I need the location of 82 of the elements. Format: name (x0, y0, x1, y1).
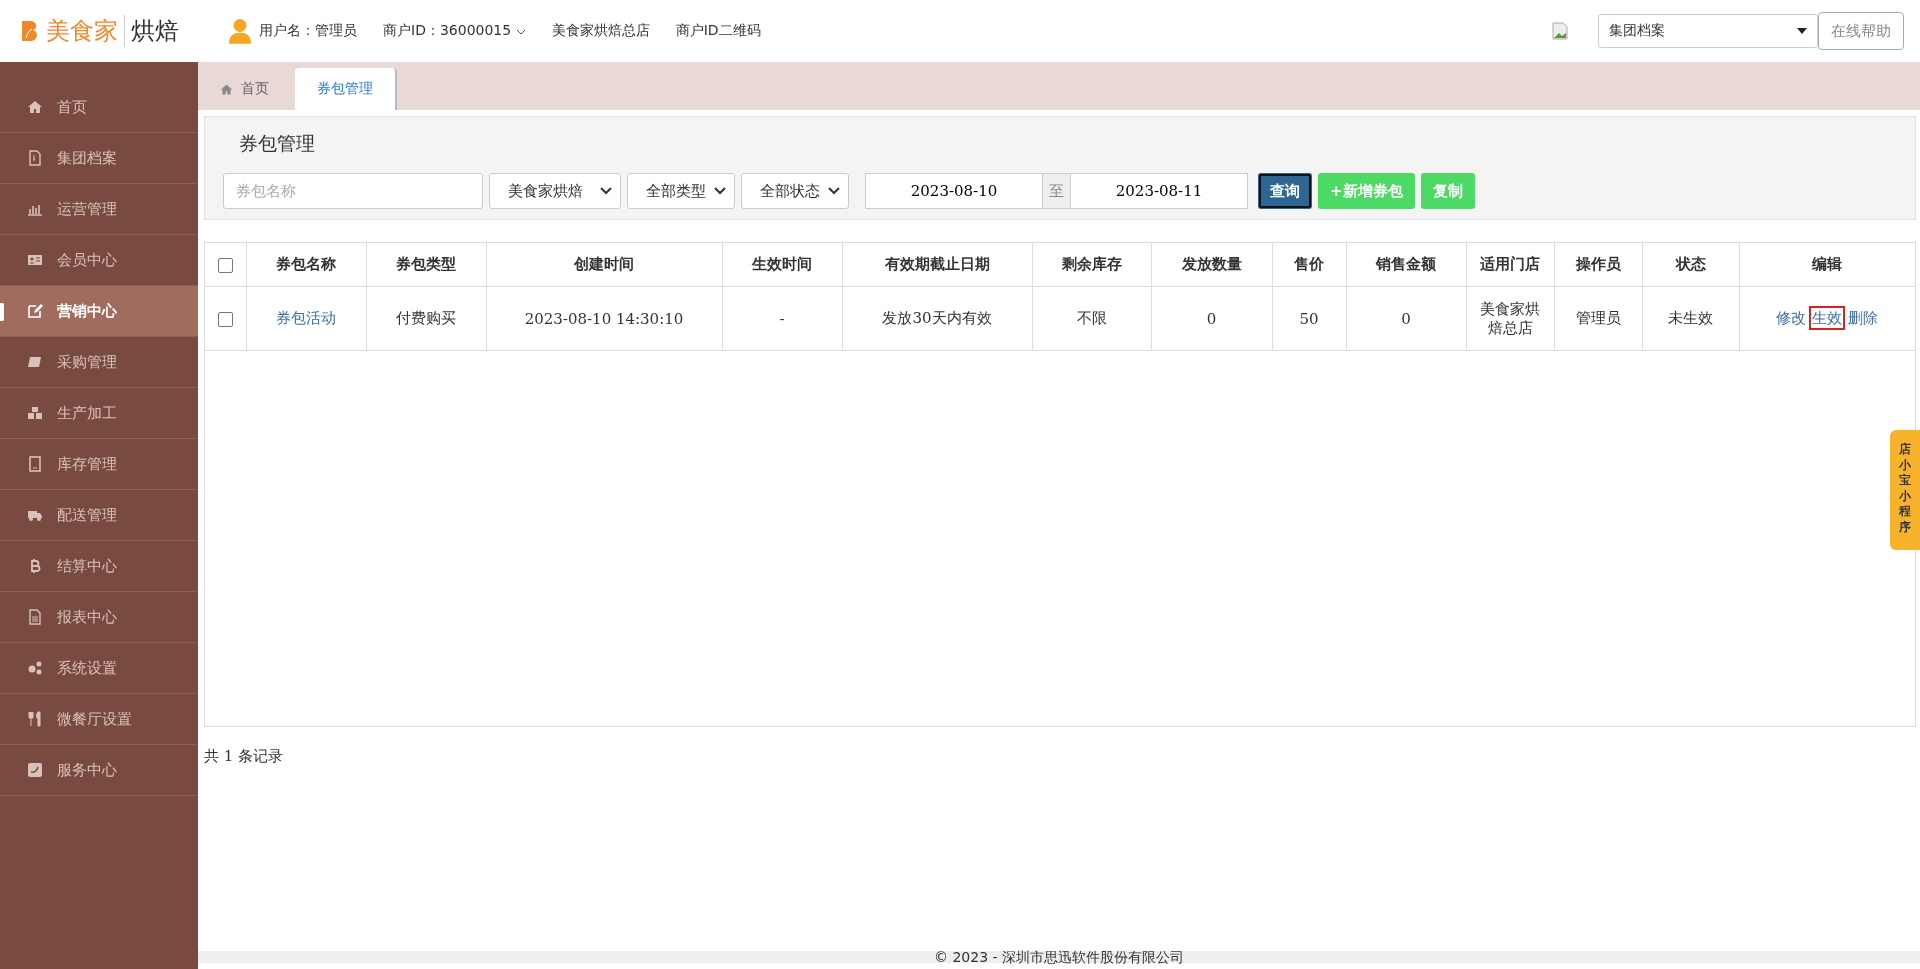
table-cell: 0 (1401, 309, 1411, 328)
building-icon (27, 456, 43, 472)
query-button[interactable]: 查询 (1258, 173, 1312, 209)
archive-select[interactable]: 集团档案 (1598, 14, 1818, 48)
sidebar-item[interactable]: 结算中心 (0, 541, 198, 592)
sidebar-item[interactable]: 运营管理 (0, 184, 198, 235)
column-header: 发放数量 (1181, 255, 1242, 273)
sidebar-item[interactable]: 微餐厅设置 (0, 694, 198, 745)
status-select[interactable]: 全部状态 (741, 173, 849, 209)
help-button[interactable]: 在线帮助 (1818, 12, 1904, 50)
logo-subtitle: 烘焙 (124, 15, 179, 47)
record-count: 共 1 条记录 (204, 747, 285, 766)
document-icon (27, 609, 43, 625)
footer-copyright: © 2023 - 深圳市思迅软件股份有限公司 (198, 951, 1920, 963)
tab[interactable]: 首页 (208, 68, 281, 110)
end-date-field[interactable]: 2023-08-11 (1070, 173, 1248, 209)
column-header: 生效时间 (752, 255, 812, 273)
column-header: 操作员 (1575, 255, 1621, 273)
square-icon (27, 762, 43, 778)
table-cell: 发放30天内有效 (882, 309, 992, 328)
coupon-name-field[interactable]: 券包名称 (223, 173, 483, 209)
broken-image-icon (1552, 22, 1568, 40)
id-card-icon (27, 252, 43, 268)
home-icon (220, 82, 233, 96)
chevron-down-icon (714, 187, 726, 195)
column-header: 编辑 (1812, 255, 1843, 273)
column-header: 有效期截止日期 (884, 255, 990, 273)
sidebar-item[interactable]: 系统设置 (0, 643, 198, 694)
table-cell: 管理员 (1575, 309, 1621, 328)
sidebar-item[interactable]: 报表中心 (0, 592, 198, 643)
column-header: 状态 (1675, 255, 1706, 273)
column-header: 券包名称 (276, 255, 336, 273)
store-name[interactable]: 美食家烘焙总店 (551, 22, 650, 40)
page-title: 券包管理 (239, 131, 316, 156)
tab[interactable]: 券包管理 (295, 68, 397, 110)
start-date-field[interactable]: 2023-08-10 (865, 173, 1043, 209)
cubes-icon (27, 405, 43, 421)
sidebar-item[interactable]: 首页 (0, 82, 198, 133)
logo-text: 美食家 (46, 16, 118, 47)
chevron-down-icon (600, 187, 612, 195)
home-icon (27, 99, 43, 115)
qr-code-link[interactable]: 商户ID二维码 (675, 22, 761, 40)
table-cell: 2023-08-10 14:30:10 (524, 309, 684, 328)
merchant-id-dropdown[interactable]: 商户ID：36000015 (383, 22, 526, 40)
sidebar-item[interactable]: 服务中心 (0, 745, 198, 796)
chevron-down-icon (828, 187, 840, 195)
select-all-checkbox[interactable] (217, 258, 233, 273)
column-header: 创建时间 (574, 255, 634, 273)
column-header: 适用门店 (1480, 255, 1540, 273)
store-select[interactable]: 美食家烘焙 (489, 173, 621, 209)
caret-down-icon (1797, 28, 1807, 34)
sidebar-item[interactable]: 营销中心 (0, 286, 198, 337)
table-cell: 美食家烘焙总店 (1480, 299, 1540, 338)
sidebar-item[interactable]: 配送管理 (0, 490, 198, 541)
action-link[interactable]: 删除 (1845, 306, 1882, 330)
table-cell: - (779, 309, 785, 328)
table-cell: 0 (1206, 309, 1217, 328)
action-link[interactable]: 生效 (1809, 306, 1846, 330)
chevron-down-icon (515, 29, 526, 35)
action-link[interactable]: 修改 (1773, 306, 1810, 330)
date-range-separator: 至 (1043, 173, 1070, 209)
sidebar-item[interactable]: 库存管理 (0, 439, 198, 490)
edit-icon (27, 303, 43, 319)
row-checkbox[interactable] (217, 312, 233, 327)
sidebar-item[interactable]: 采购管理 (0, 337, 198, 388)
sidebar-item[interactable]: 生产加工 (0, 388, 198, 439)
column-header: 售价 (1294, 255, 1324, 273)
logo-icon (20, 20, 40, 42)
table-cell: 不限 (1076, 309, 1107, 328)
column-header: 券包类型 (396, 255, 456, 273)
user-avatar-icon (229, 18, 251, 44)
username-label: 用户名：管理员 (259, 22, 357, 40)
cutlery-icon (27, 711, 43, 727)
mini-program-side-tab[interactable]: 店小宝小程序 (1890, 430, 1920, 550)
column-header: 销售金额 (1376, 255, 1436, 273)
file-icon (27, 150, 43, 166)
table-cell: 付费购买 (396, 309, 456, 328)
type-select[interactable]: 全部类型 (627, 173, 735, 209)
column-header: 剩余库存 (1061, 255, 1122, 273)
sidebar-item[interactable]: 集团档案 (0, 133, 198, 184)
table-cell: 50 (1299, 309, 1319, 328)
table-cell: 未生效 (1668, 309, 1713, 328)
